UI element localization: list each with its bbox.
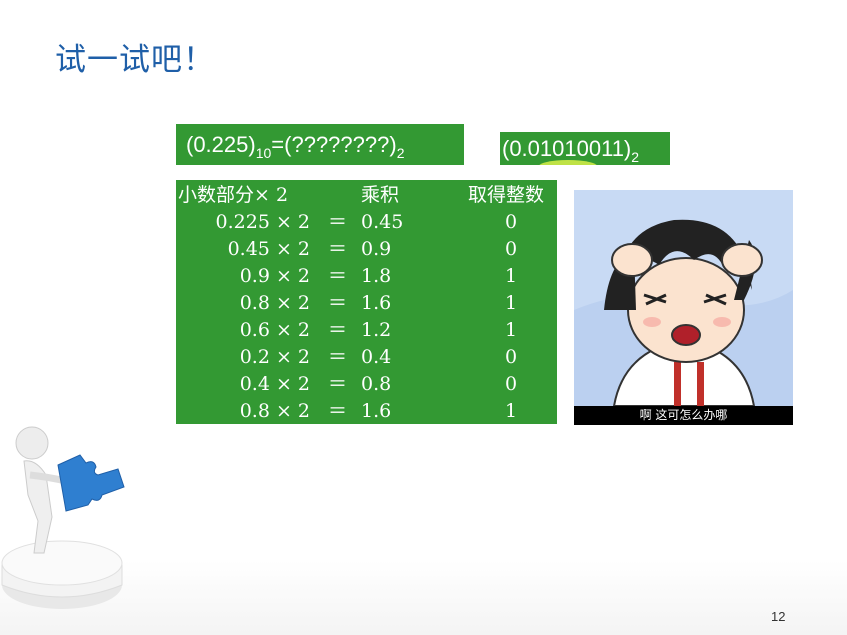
- table-row: 0.6 × 2 ＝ 1.2 1: [176, 317, 557, 344]
- row-product: 0.9: [361, 238, 392, 260]
- row-expression: 0.8 × 2: [239, 292, 310, 314]
- cartoon-caption: 啊 这可怎么办哪: [574, 406, 793, 425]
- row-expression: 0.8 × 2: [239, 400, 310, 422]
- row-product: 0.8: [361, 373, 392, 395]
- row-digit: 0: [504, 238, 518, 260]
- row-expression: 0.4 × 2: [239, 373, 310, 395]
- answer-base: 2: [631, 149, 640, 165]
- equation-rhs-base: 2: [396, 145, 405, 161]
- row-equals: ＝: [328, 265, 348, 287]
- table-header-row: 小数部分× 2 乘积 取得整数: [176, 182, 557, 209]
- row-expression: 0.45 × 2: [227, 238, 310, 260]
- cartoon-girl-frustrated-icon: [574, 190, 793, 407]
- row-expression: 0.225 × 2: [215, 211, 310, 233]
- row-equals: ＝: [328, 292, 348, 314]
- conversion-table: 小数部分× 2 乘积 取得整数 0.225 × 2 ＝ 0.45 0 0.45 × 2…: [176, 180, 557, 424]
- row-equals: ＝: [328, 238, 348, 260]
- row-digit: 1: [504, 265, 518, 287]
- equation-lhs-base: 10: [255, 145, 272, 161]
- row-product: 1.8: [361, 265, 392, 287]
- table-row: 0.8 × 2 ＝ 1.6 1: [176, 398, 557, 425]
- header-fraction-part: 小数部分× 2: [178, 184, 289, 206]
- row-equals: ＝: [328, 373, 348, 395]
- table-row: 0.8 × 2 ＝ 1.6 1: [176, 290, 557, 317]
- table-row: 0.45 × 2 ＝ 0.9 0: [176, 236, 557, 263]
- answer-box: (0.01010011)2: [500, 132, 670, 165]
- figure-with-puzzle-icon: [1, 426, 125, 609]
- row-digit: 0: [504, 346, 518, 368]
- equation-lhs: (0.225): [186, 132, 256, 157]
- table-row: 0.4 × 2 ＝ 0.8 0: [176, 371, 557, 398]
- row-product: 0.45: [361, 211, 404, 233]
- row-digit: 0: [504, 211, 518, 233]
- answer-value: (0.01010011): [502, 136, 632, 161]
- row-equals: ＝: [328, 400, 348, 422]
- row-product: 0.4: [361, 346, 392, 368]
- row-equals: ＝: [328, 319, 348, 341]
- header-integer-part: 取得整数: [468, 184, 545, 206]
- row-product: 1.6: [361, 400, 392, 422]
- row-expression: 0.9 × 2: [239, 265, 310, 287]
- row-equals: ＝: [328, 211, 348, 233]
- page-number: 12: [771, 609, 786, 624]
- header-product: 乘积: [361, 184, 400, 206]
- row-digit: 0: [504, 373, 518, 395]
- row-expression: 0.6 × 2: [239, 319, 310, 341]
- table-row: 0.2 × 2 ＝ 0.4 0: [176, 344, 557, 371]
- cartoon-image: 啊 这可怎么办哪: [574, 190, 793, 425]
- slide-title: 试一试吧！: [55, 42, 215, 78]
- row-digit: 1: [504, 400, 518, 422]
- equation-rhs: =(????????): [271, 132, 397, 157]
- table-row: 0.225 × 2 ＝ 0.45 0: [176, 209, 557, 236]
- row-digit: 1: [504, 319, 518, 341]
- row-expression: 0.2 × 2: [239, 346, 310, 368]
- row-product: 1.2: [361, 319, 392, 341]
- row-digit: 1: [504, 292, 518, 314]
- table-row: 0.9 × 2 ＝ 1.8 1: [176, 263, 557, 290]
- conversion-equation-box: (0.225)10=(????????)2: [176, 124, 464, 165]
- row-equals: ＝: [328, 346, 348, 368]
- row-product: 1.6: [361, 292, 392, 314]
